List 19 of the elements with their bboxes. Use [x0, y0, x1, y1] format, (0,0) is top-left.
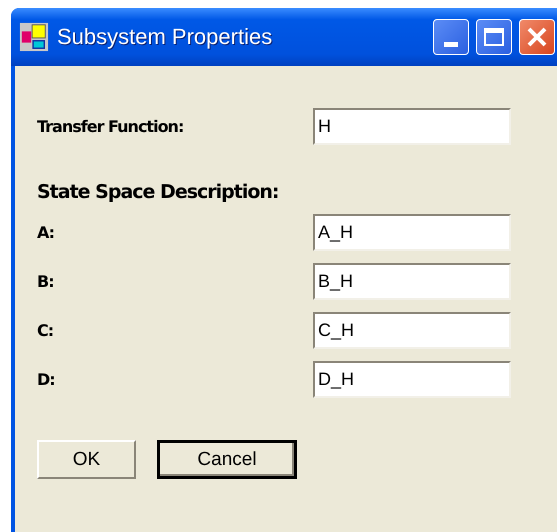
field-label: D: [37, 370, 56, 389]
close-icon [525, 25, 549, 49]
close-button[interactable] [519, 19, 555, 55]
section-heading: State Space Description: [37, 181, 280, 203]
input-field[interactable]: B_H [313, 263, 511, 300]
window-title: Subsystem Properties [57, 24, 272, 50]
ok-button[interactable]: OK [37, 440, 136, 479]
input-field[interactable]: D_H [313, 361, 511, 398]
field-label: A: [37, 223, 56, 242]
app-icon [19, 22, 49, 52]
input-field[interactable]: H [313, 108, 511, 145]
minimize-button[interactable] [433, 19, 469, 55]
maximize-button[interactable] [476, 19, 512, 55]
input-field[interactable]: A_H [313, 214, 511, 251]
field-label: C: [37, 321, 54, 340]
cancel-button[interactable]: Cancel [157, 440, 297, 479]
field-label: Transfer Function: [37, 117, 184, 136]
input-field[interactable]: C_H [313, 312, 511, 349]
field-label: B: [37, 272, 55, 291]
